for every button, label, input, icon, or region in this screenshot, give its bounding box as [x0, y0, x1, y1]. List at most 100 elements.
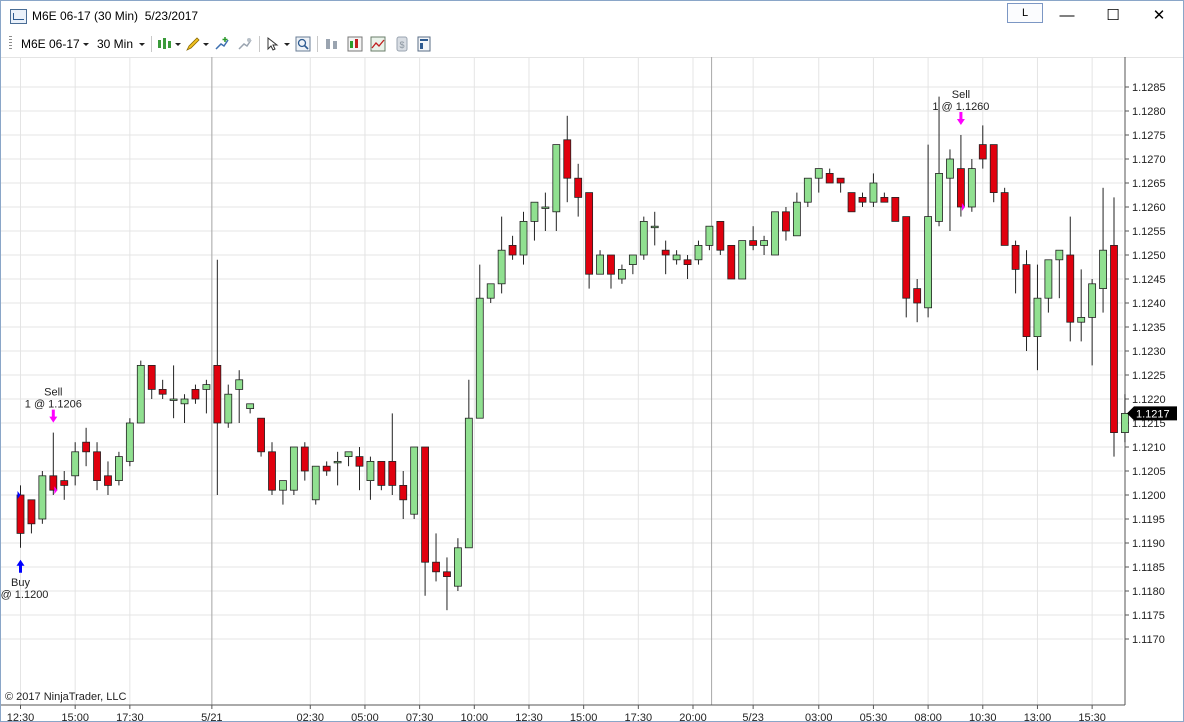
- candle-body: [650, 225, 659, 229]
- y-tick-label: 1.1245: [1132, 274, 1166, 286]
- x-tick-label: 13:00: [1024, 712, 1052, 721]
- maximize-button[interactable]: ☐: [1090, 1, 1136, 31]
- bar-spacing-icon[interactable]: [324, 36, 340, 52]
- candle-body: [115, 456, 123, 482]
- candle-body: [782, 211, 790, 232]
- close-button[interactable]: ✕: [1136, 1, 1182, 31]
- x-tick-label: 03:00: [805, 712, 833, 721]
- candle-body: [399, 484, 408, 501]
- x-tick-label: 15:30: [1078, 712, 1106, 721]
- x-tick-label: 15:00: [61, 712, 89, 721]
- y-tick-label: 1.1260: [1132, 202, 1166, 214]
- candle-body: [771, 211, 779, 256]
- candle-body: [1077, 316, 1086, 323]
- chevron-down-icon[interactable]: [284, 43, 290, 46]
- candle-body: [716, 220, 725, 251]
- y-tick-label: 1.1180: [1132, 586, 1165, 598]
- buy-arrow-icon: [16, 559, 25, 573]
- candle-body: [661, 249, 670, 256]
- candle-body: [978, 144, 987, 160]
- candle-body: [607, 254, 615, 275]
- candle-body: [1033, 297, 1042, 337]
- sell-label: Sell: [952, 89, 970, 101]
- toolbar-separator: [151, 36, 152, 52]
- x-tick-label: 15:00: [570, 712, 598, 721]
- minimize-button[interactable]: —: [1044, 1, 1090, 31]
- instrument-selector[interactable]: M6E 06-17: [21, 37, 80, 51]
- candle-body: [1000, 192, 1009, 246]
- chevron-down-icon[interactable]: [83, 43, 89, 46]
- candle-body: [694, 244, 703, 261]
- interval-selector[interactable]: 30 Min: [97, 37, 133, 51]
- candle-body: [169, 398, 178, 401]
- y-tick-label: 1.1265: [1132, 178, 1166, 190]
- title-bar[interactable]: M6E 06-17 (30 Min) 5/23/2017 L — ☐ ✕: [1, 1, 1183, 31]
- y-tick-label: 1.1275: [1132, 130, 1166, 142]
- chevron-down-icon[interactable]: [203, 43, 209, 46]
- templates-icon[interactable]: [370, 36, 386, 52]
- candle-body: [93, 451, 101, 481]
- cursor-icon[interactable]: [265, 36, 281, 52]
- candle-body: [344, 451, 353, 457]
- candle-body: [213, 364, 222, 424]
- candle-body: [246, 403, 255, 409]
- candle-body: [71, 451, 80, 477]
- candle-body: [486, 283, 495, 299]
- candle-body: [421, 446, 429, 563]
- candle-body: [869, 182, 878, 203]
- chevron-down-icon[interactable]: [139, 43, 145, 46]
- candle-body: [1011, 244, 1020, 270]
- data-series-icon[interactable]: [347, 36, 363, 52]
- candle-body: [388, 460, 397, 486]
- x-tick-label: 5/23: [742, 712, 763, 721]
- candle-body: [279, 480, 287, 491]
- chevron-down-icon[interactable]: [175, 43, 181, 46]
- sell-label: Sell: [44, 387, 62, 399]
- candle-body: [27, 499, 36, 525]
- x-tick-label: 02:30: [297, 712, 325, 721]
- candle-body: [552, 144, 561, 213]
- candle-body: [268, 451, 276, 491]
- candle-body: [464, 417, 473, 549]
- price-chart[interactable]: 1.1285 1.1280 1.1275 1.1270 1.1265 1.1260 1.12…: [1, 57, 1183, 721]
- candle-body: [749, 240, 758, 246]
- drawing-tool-icon[interactable]: [185, 36, 201, 52]
- candle-body: [803, 177, 812, 203]
- y-tick-label: 1.1230: [1132, 346, 1166, 358]
- sell-arrow-icon: [49, 409, 58, 423]
- candle-body: [432, 561, 440, 573]
- window-title: M6E 06-17 (30 Min) 5/23/2017: [32, 9, 199, 23]
- candle-body: [825, 173, 834, 184]
- properties-icon[interactable]: [416, 36, 432, 52]
- candle-body: [497, 249, 506, 285]
- candle-body: [1066, 254, 1075, 323]
- trade-icon[interactable]: $: [394, 36, 410, 52]
- x-tick-label: 17:30: [625, 712, 653, 721]
- strategy-icon[interactable]: [237, 36, 253, 52]
- y-tick-label: 1.1205: [1132, 466, 1166, 478]
- chart-style-icon[interactable]: [157, 36, 173, 52]
- candle-body: [333, 460, 342, 464]
- y-tick-label: 1.1175: [1132, 610, 1165, 622]
- x-tick-label: 17:30: [116, 712, 144, 721]
- chart-app-icon: [10, 9, 27, 24]
- zoom-icon[interactable]: [295, 36, 311, 52]
- candle-body: [836, 177, 845, 184]
- candle-body: [1121, 412, 1129, 433]
- add-indicator-icon[interactable]: [214, 36, 230, 52]
- svg-text:$: $: [400, 40, 405, 50]
- candle-body: [639, 220, 648, 256]
- candle-body: [410, 446, 419, 515]
- candle-body: [475, 297, 484, 419]
- candle-body: [1022, 264, 1031, 338]
- sell-arrow-icon: [956, 112, 965, 125]
- toolbar-grip[interactable]: [9, 36, 12, 51]
- x-tick-label: 10:00: [461, 712, 489, 721]
- x-tick-label: 08:00: [914, 712, 942, 721]
- candle-body: [628, 254, 637, 265]
- candle-body: [727, 244, 736, 280]
- link-button[interactable]: L: [1007, 3, 1043, 23]
- candle-body: [585, 192, 594, 275]
- candle-body: [1110, 244, 1118, 433]
- current-price-label: 1.1217: [1136, 408, 1170, 420]
